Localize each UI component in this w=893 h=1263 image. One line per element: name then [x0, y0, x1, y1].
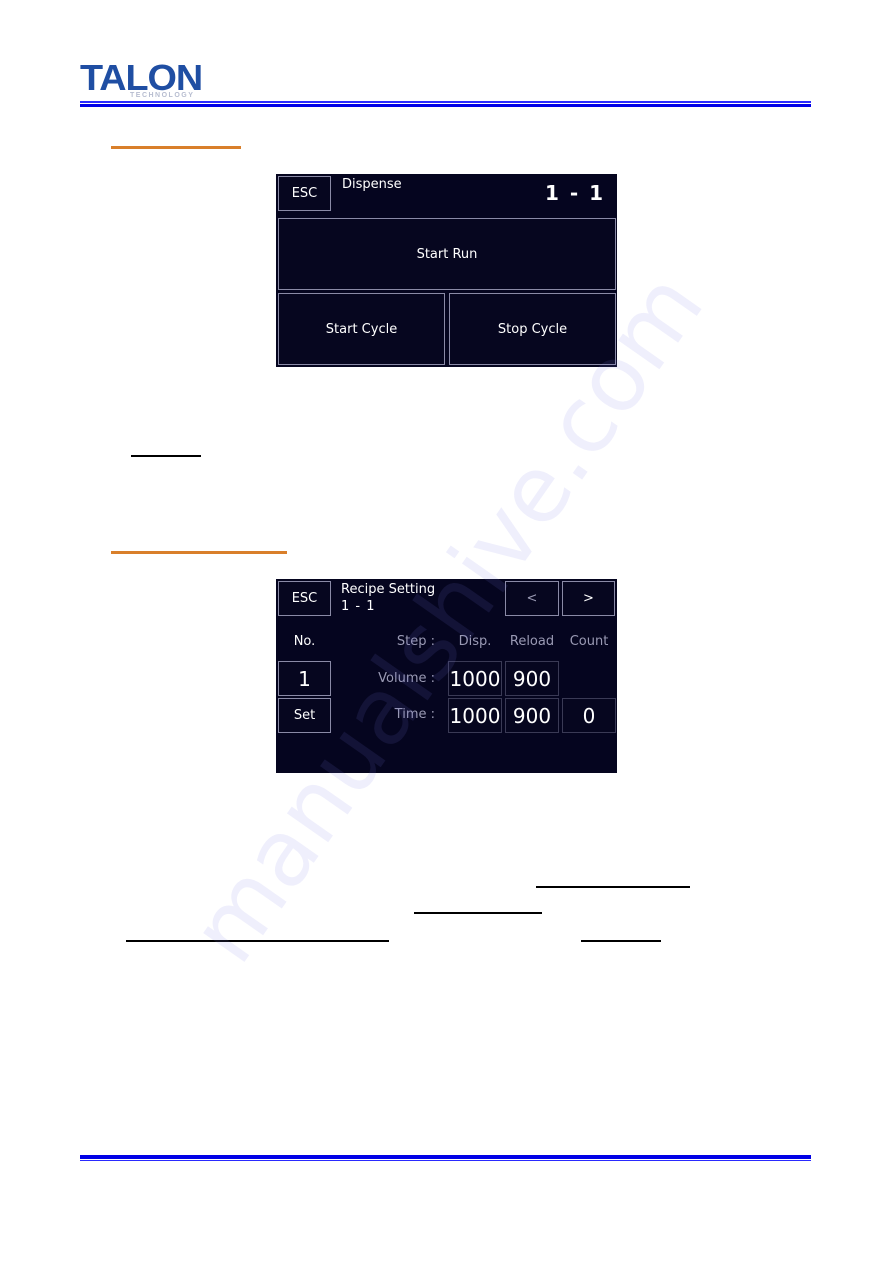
dispense-screen: ESC Dispense 1 - 1 Start Run Start Cycle… — [276, 174, 617, 367]
stop-cycle-button[interactable]: Stop Cycle — [449, 293, 616, 365]
footer-divider — [80, 1160, 811, 1161]
no-label: No. — [293, 634, 316, 649]
set-button[interactable]: Set — [278, 698, 331, 733]
recipe-setting-screen: ESC Recipe Setting 1 - 1 < > No. Step : … — [276, 579, 617, 773]
time-disp-field[interactable]: 1000 — [448, 698, 502, 733]
step-label: Step : — [396, 634, 435, 649]
volume-disp-field[interactable]: 1000 — [448, 661, 502, 696]
column-header-disp: Disp. — [458, 634, 492, 649]
start-cycle-button[interactable]: Start Cycle — [278, 293, 445, 365]
volume-reload-field[interactable]: 900 — [505, 661, 559, 696]
logo-text: TALON — [80, 57, 203, 98]
prev-button[interactable]: < — [505, 581, 559, 616]
header-divider — [80, 101, 811, 103]
recipe-indicator: 1 - 1 — [341, 599, 376, 614]
next-button[interactable]: > — [562, 581, 615, 616]
text-underline — [536, 886, 690, 888]
esc-button[interactable]: ESC — [278, 176, 331, 211]
header-divider-thick — [80, 104, 811, 107]
screen-title: Recipe Setting — [341, 582, 436, 597]
time-reload-field[interactable]: 900 — [505, 698, 559, 733]
count-field[interactable]: 0 — [562, 698, 616, 733]
talon-logo: TALON TECHNOLOGY — [80, 60, 203, 102]
esc-button[interactable]: ESC — [278, 581, 331, 616]
start-run-button[interactable]: Start Run — [278, 218, 616, 290]
column-header-reload: Reload — [509, 634, 555, 649]
screen-title: Dispense — [342, 177, 402, 192]
text-underline — [131, 455, 201, 457]
time-label: Time : — [394, 707, 435, 722]
section-heading-underline — [111, 146, 241, 149]
recipe-indicator: 1 - 1 — [544, 181, 605, 205]
logo-subtext: TECHNOLOGY — [130, 92, 195, 99]
section-heading-underline — [111, 551, 287, 554]
text-underline — [126, 940, 389, 942]
footer-divider-thick — [80, 1155, 811, 1159]
text-underline — [414, 912, 542, 914]
volume-label: Volume : — [378, 671, 435, 686]
column-header-count: Count — [569, 634, 609, 649]
recipe-number-field[interactable]: 1 — [278, 661, 331, 696]
text-underline — [581, 940, 661, 942]
